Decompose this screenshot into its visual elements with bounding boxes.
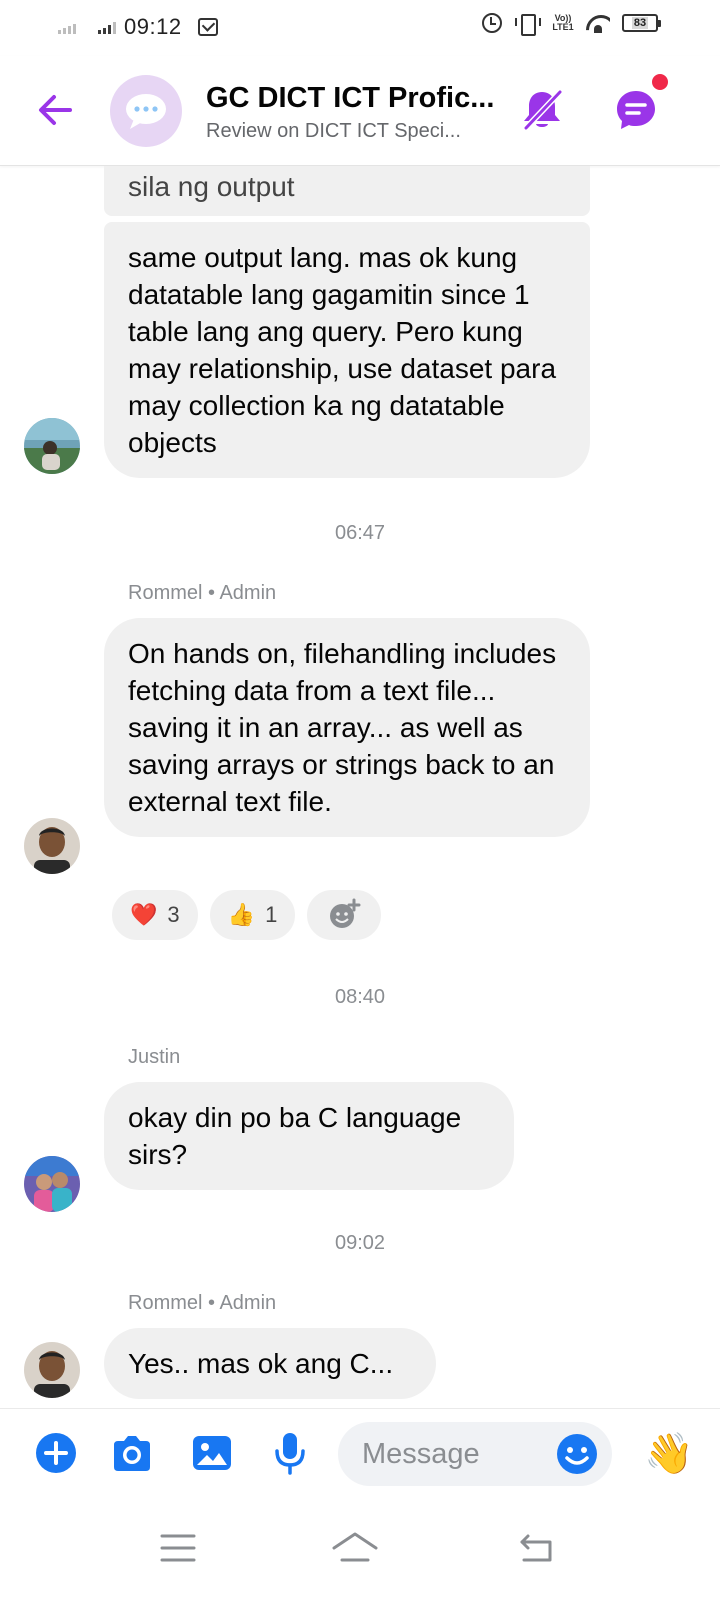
- message-composer: 👋: [0, 1408, 720, 1494]
- messenger-chats-icon: [617, 91, 655, 129]
- add-reaction-button[interactable]: [305, 888, 384, 942]
- thumbs-up-icon: 👍: [227, 902, 256, 927]
- wifi-icon: [586, 13, 610, 33]
- conversation-title: GC DICT ICT Profic...: [206, 82, 495, 114]
- volte-label: Vo)) LTE1: [552, 13, 574, 32]
- gallery-button[interactable]: [190, 1431, 234, 1475]
- avatar[interactable]: [24, 1342, 80, 1398]
- message-text: sila ng output: [128, 171, 295, 202]
- more-actions-button[interactable]: [34, 1431, 78, 1475]
- arrow-left-icon: [39, 95, 72, 125]
- heart-icon: ❤️: [130, 902, 158, 927]
- camera-button[interactable]: [110, 1431, 154, 1475]
- battery-level: 83: [631, 17, 649, 29]
- avatar[interactable]: [24, 818, 80, 874]
- message-bubble[interactable]: same output lang. mas ok kung datatable …: [104, 222, 590, 478]
- reaction-count: 1: [265, 902, 278, 927]
- notification-badge: [650, 72, 670, 92]
- image-icon: [193, 1436, 231, 1470]
- sender-name: Justin: [128, 1046, 181, 1068]
- signal-sim2-icon: [98, 20, 116, 34]
- waving-hand-icon: 👋: [644, 1432, 694, 1476]
- status-bar: 09:12 Vo)) LTE1 83: [0, 0, 720, 56]
- back-nav-button[interactable]: [514, 1528, 558, 1568]
- return-icon: [520, 1534, 552, 1562]
- mail-notification-icon: [197, 18, 218, 36]
- home-icon: [332, 1532, 378, 1562]
- vibrate-icon: [514, 13, 541, 36]
- timestamp: 06:47: [334, 522, 386, 544]
- avatar-photo: [24, 1342, 80, 1398]
- timestamp: 08:40: [334, 986, 386, 1008]
- message-text: On hands on, filehandling includes fetch…: [128, 638, 557, 817]
- message-text: Yes.. mas ok ang C...: [128, 1348, 394, 1379]
- message-bubble[interactable]: okay din po ba C language sirs?: [104, 1082, 514, 1190]
- avatar[interactable]: [24, 1156, 80, 1212]
- mute-notifications-button[interactable]: [518, 86, 566, 134]
- chats-button[interactable]: [612, 72, 670, 134]
- camera-icon: [114, 1436, 150, 1471]
- microphone-icon: [275, 1433, 305, 1475]
- message-list[interactable]: sila ng output same output lang. mas ok …: [0, 166, 720, 1408]
- menu-nav-button[interactable]: [156, 1528, 200, 1568]
- smiley-icon: [557, 1434, 597, 1474]
- message-bubble[interactable]: On hands on, filehandling includes fetch…: [104, 618, 590, 837]
- avatar[interactable]: [24, 418, 80, 474]
- signal-sim1-icon: [58, 20, 76, 34]
- menu-icon: [160, 1534, 196, 1562]
- voice-message-button[interactable]: [268, 1431, 312, 1475]
- group-avatar[interactable]: [110, 75, 182, 147]
- reaction-thumbs-up[interactable]: 👍 1: [207, 888, 298, 942]
- avatar-photo: [24, 1156, 80, 1212]
- emoji-button[interactable]: [556, 1433, 598, 1475]
- reaction-count: 3: [167, 902, 180, 927]
- message-bubble[interactable]: Yes.. mas ok ang C...: [104, 1328, 436, 1399]
- bell-muted-icon: [523, 89, 563, 131]
- plus-circle-icon: [36, 1433, 76, 1473]
- system-navigation-bar: [0, 1494, 720, 1600]
- reaction-bar: ❤️ 3 👍 1: [110, 888, 384, 942]
- message-text: okay din po ba C language sirs?: [128, 1102, 462, 1170]
- avatar-photo: [24, 818, 80, 874]
- add-reaction-icon: [330, 898, 361, 928]
- sender-name: Rommel • Admin: [128, 582, 277, 604]
- status-time: 09:12: [124, 14, 182, 39]
- home-nav-button[interactable]: [330, 1528, 380, 1568]
- reaction-heart[interactable]: ❤️ 3: [110, 888, 200, 942]
- timestamp: 09:02: [334, 1232, 386, 1254]
- battery-icon: 83: [622, 14, 661, 32]
- back-button[interactable]: [34, 89, 76, 131]
- conversation-header: GC DICT ICT Profic... Review on DICT ICT…: [0, 56, 720, 166]
- conversation-title-block[interactable]: GC DICT ICT Profic... Review on DICT ICT…: [206, 80, 506, 143]
- avatar-photo: [24, 418, 80, 474]
- alarm-icon: [482, 13, 502, 33]
- message-text: same output lang. mas ok kung datatable …: [128, 242, 557, 458]
- conversation-subtitle: Review on DICT ICT Speci...: [206, 120, 461, 142]
- chat-bubble-icon: [126, 94, 166, 129]
- message-bubble[interactable]: sila ng output: [104, 166, 590, 216]
- sender-name: Rommel • Admin: [128, 1292, 277, 1314]
- wave-button[interactable]: 👋: [644, 1429, 694, 1479]
